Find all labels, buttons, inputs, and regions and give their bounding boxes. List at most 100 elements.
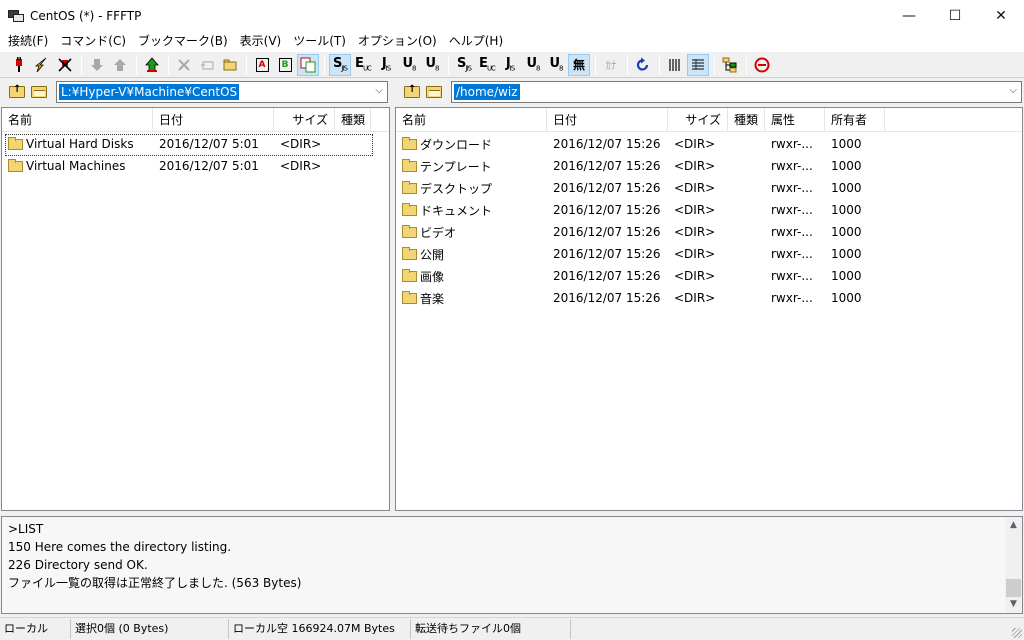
list-view-button[interactable] [664, 54, 686, 76]
local-sjis-button[interactable]: SJIS [453, 54, 475, 76]
file-date: 2016/12/07 15:26 [553, 203, 661, 217]
table-row[interactable]: ドキュメント 2016/12/07 15:26 <DIR> rwxr-... 1000 [396, 199, 1022, 221]
remote-utf8bom-button[interactable]: U8 [421, 54, 443, 76]
file-date: 2016/12/07 15:26 [553, 225, 661, 239]
folder-icon [402, 246, 417, 260]
mkdir-button[interactable] [219, 54, 241, 76]
remote-path-combo[interactable]: /home/wiz ⌵ [451, 81, 1022, 103]
no-conversion-button[interactable]: 無 [568, 53, 590, 76]
table-row[interactable]: ダウンロード 2016/12/07 15:26 <DIR> rwxr-... 1000 [396, 133, 1022, 155]
table-row[interactable]: 公開 2016/12/07 15:26 <DIR> rwxr-... 1000 [396, 243, 1022, 265]
remote-open-folder-button[interactable] [423, 81, 445, 103]
table-row[interactable]: Virtual Hard Disks 2016/12/07 5:01 <DIR> [2, 133, 389, 156]
download-button[interactable] [86, 54, 108, 76]
auto-mode-button[interactable] [297, 53, 319, 76]
abort-button[interactable] [751, 54, 773, 76]
scroll-up-icon[interactable]: ▲ [1005, 517, 1022, 534]
folder-icon [402, 290, 417, 304]
table-row[interactable]: 画像 2016/12/07 15:26 <DIR> rwxr-... 1000 [396, 265, 1022, 287]
utf8bom-code-label: U8 [549, 56, 563, 73]
menu-tools[interactable]: ツール(T) [287, 31, 352, 51]
local-euc-button[interactable]: EUC [476, 54, 498, 76]
log-line: 226 Directory send OK. [8, 558, 148, 572]
remote-jis-button[interactable]: JIS [375, 54, 397, 76]
local-jis-button[interactable]: JIS [499, 54, 521, 76]
menu-help[interactable]: ヘルプ(H) [443, 31, 509, 51]
toolbar-separator [324, 54, 325, 75]
rename-button[interactable] [196, 54, 218, 76]
sync-browse-button[interactable] [719, 54, 741, 76]
column-header-name[interactable]: 名前 [396, 108, 547, 132]
column-header-name[interactable]: 名前 [2, 108, 153, 132]
mirror-upload-button[interactable] [141, 54, 163, 76]
column-header-owner[interactable]: 所有者 [825, 108, 885, 132]
kana-conversion-button[interactable]: ｶﾅ [600, 54, 622, 76]
column-header-size[interactable]: サイズ [668, 108, 728, 132]
close-button[interactable]: ✕ [978, 0, 1024, 31]
remote-euc-button[interactable]: EUC [352, 54, 374, 76]
remote-sjis-button[interactable]: SJIS [329, 53, 351, 76]
maximize-button[interactable]: ☐ [932, 0, 978, 31]
resize-grip-icon[interactable] [1012, 628, 1022, 638]
local-open-folder-button[interactable] [28, 81, 50, 103]
chevron-down-icon[interactable]: ⌵ [375, 85, 383, 96]
log-lines: >LIST 150 Here comes the directory listi… [8, 520, 301, 592]
column-header-type[interactable]: 種類 [335, 108, 371, 132]
scroll-thumb[interactable] [1006, 579, 1021, 597]
disconnect-button[interactable] [54, 54, 76, 76]
toolbar-separator [746, 54, 747, 75]
column-header-type[interactable]: 種類 [728, 108, 765, 132]
folder-open-icon [31, 86, 47, 98]
binary-mode-button[interactable]: B [274, 54, 296, 76]
folder-icon [402, 202, 417, 216]
remote-file-list[interactable]: 名前 日付 サイズ 種類 属性 所有者 ダウンロード 2016/12/07 15:… [395, 107, 1023, 511]
menu-connect[interactable]: 接続(F) [2, 31, 54, 51]
table-row[interactable]: ビデオ 2016/12/07 15:26 <DIR> rwxr-... 1000 [396, 221, 1022, 243]
binary-mode-icon: B [278, 57, 292, 72]
menu-command[interactable]: コマンド(C) [54, 31, 132, 51]
sjis-code-label: SJIS [457, 56, 472, 73]
local-utf8bom-button[interactable]: U8 [545, 54, 567, 76]
ascii-mode-icon: A [255, 57, 269, 72]
file-name: ダウンロード [420, 137, 493, 152]
menu-bookmark[interactable]: ブックマーク(B) [132, 31, 234, 51]
quick-connect-button[interactable] [31, 54, 53, 76]
table-row[interactable]: デスクトップ 2016/12/07 15:26 <DIR> rwxr-... 1000 [396, 177, 1022, 199]
column-header-date[interactable]: 日付 [153, 108, 274, 132]
refresh-icon [636, 57, 649, 71]
local-parent-folder-button[interactable] [6, 81, 28, 103]
log-pane[interactable]: >LIST 150 Here comes the directory listi… [1, 516, 1023, 614]
details-view-button[interactable] [687, 53, 709, 76]
scroll-down-icon[interactable]: ▼ [1005, 596, 1022, 613]
column-header-size[interactable]: サイズ [274, 108, 335, 132]
folder-up-icon [9, 84, 25, 98]
menu-options[interactable]: オプション(O) [352, 31, 443, 51]
local-utf8n-button[interactable]: U8 [522, 54, 544, 76]
table-row[interactable]: テンプレート 2016/12/07 15:26 <DIR> rwxr-... 1000 [396, 155, 1022, 177]
table-row[interactable]: 音楽 2016/12/07 15:26 <DIR> rwxr-... 1000 [396, 287, 1022, 309]
file-owner: 1000 [831, 291, 862, 305]
toolbar-separator [81, 54, 82, 75]
delete-button[interactable] [173, 54, 195, 76]
remote-path-value[interactable]: /home/wiz [454, 84, 520, 100]
table-row[interactable]: Virtual Machines 2016/12/07 5:01 <DIR> [2, 155, 389, 177]
connect-button[interactable] [8, 54, 30, 76]
refresh-button[interactable] [632, 54, 654, 76]
upload-button[interactable] [109, 54, 131, 76]
log-scrollbar[interactable]: ▲ ▼ [1005, 517, 1022, 613]
local-path-combo[interactable]: L:¥Hyper-V¥Machine¥CentOS ⌵ [56, 81, 388, 103]
file-size: <DIR> [280, 137, 322, 151]
ascii-mode-button[interactable]: A [251, 54, 273, 76]
minimize-button[interactable]: — [886, 0, 932, 31]
file-date: 2016/12/07 15:26 [553, 247, 661, 261]
menu-view[interactable]: 表示(V) [234, 31, 288, 51]
column-header-date[interactable]: 日付 [547, 108, 668, 132]
local-path-value[interactable]: L:¥Hyper-V¥Machine¥CentOS [59, 84, 240, 100]
toolbar-separator [136, 54, 137, 75]
remote-parent-folder-button[interactable] [401, 81, 423, 103]
chevron-down-icon[interactable]: ⌵ [1009, 85, 1017, 96]
remote-utf8n-button[interactable]: U8 [398, 54, 420, 76]
local-file-list[interactable]: 名前 日付 サイズ 種類 Virtual Hard Disks 2016/12/… [1, 107, 390, 511]
file-name: Virtual Hard Disks [26, 137, 134, 151]
column-header-attr[interactable]: 属性 [765, 108, 825, 132]
